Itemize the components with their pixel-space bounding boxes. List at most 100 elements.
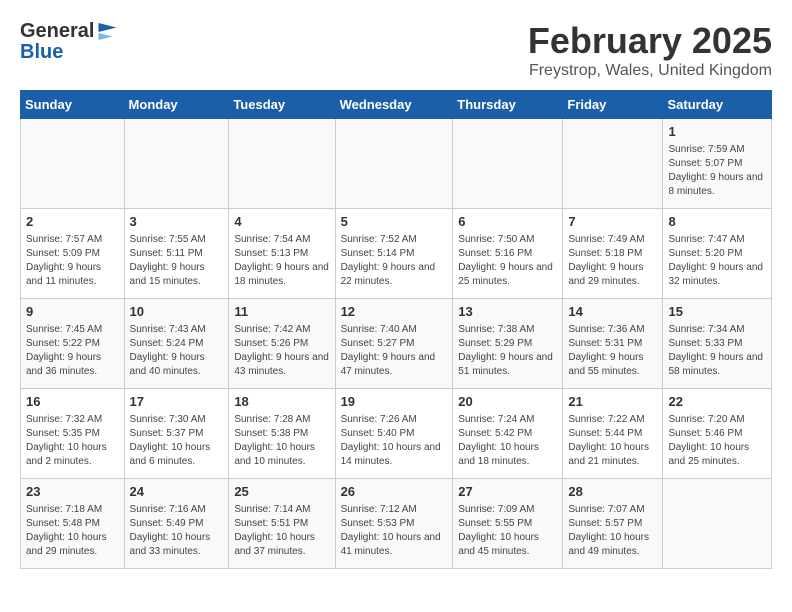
title-block: February 2025 Freystrop, Wales, United K… — [528, 20, 772, 80]
day-cell: 5 Sunrise: 7:52 AM Sunset: 5:14 PM Daylig… — [335, 209, 453, 299]
day-cell: 16 Sunrise: 7:32 AM Sunset: 5:35 PM Dayli… — [21, 389, 125, 479]
day-cell — [663, 479, 772, 569]
day-number: 17 — [130, 393, 224, 411]
header-saturday: Saturday — [663, 91, 772, 119]
day-info: Sunrise: 7:38 AM Sunset: 5:29 PM Dayligh… — [458, 323, 557, 379]
logo-text: General Blue — [20, 20, 116, 64]
day-cell: 10 Sunrise: 7:43 AM Sunset: 5:24 PM Dayli… — [124, 299, 229, 389]
header-thursday: Thursday — [453, 91, 563, 119]
day-cell: 14 Sunrise: 7:36 AM Sunset: 5:31 PM Dayli… — [563, 299, 663, 389]
logo: General Blue — [20, 20, 116, 64]
day-number: 5 — [341, 213, 448, 231]
day-info: Sunrise: 7:14 AM Sunset: 5:51 PM Dayligh… — [234, 503, 329, 559]
day-cell: 20Sunrise: 7:24 AM Sunset: 5:42 PM Dayli… — [453, 389, 563, 479]
day-info: Sunrise: 7:54 AM Sunset: 5:13 PM Dayligh… — [234, 233, 329, 289]
day-number: 13 — [458, 303, 557, 321]
day-number: 7 — [568, 213, 657, 231]
day-number: 11 — [234, 303, 329, 321]
week-row-5: 23Sunrise: 7:18 AM Sunset: 5:48 PM Dayli… — [21, 479, 772, 569]
day-info: Sunrise: 7:40 AM Sunset: 5:27 PM Dayligh… — [341, 323, 448, 379]
day-number: 6 — [458, 213, 557, 231]
day-cell — [563, 119, 663, 209]
day-cell — [453, 119, 563, 209]
day-info: Sunrise: 7:30 AM Sunset: 5:37 PM Dayligh… — [130, 413, 224, 469]
day-cell: 18 Sunrise: 7:28 AM Sunset: 5:38 PM Dayli… — [229, 389, 335, 479]
day-cell — [229, 119, 335, 209]
week-row-3: 9 Sunrise: 7:45 AM Sunset: 5:22 PM Daylig… — [21, 299, 772, 389]
logo-general: General — [20, 20, 94, 43]
week-row-4: 16 Sunrise: 7:32 AM Sunset: 5:35 PM Dayli… — [21, 389, 772, 479]
day-number: 28 — [568, 483, 657, 501]
header-friday: Friday — [563, 91, 663, 119]
day-cell: 24Sunrise: 7:16 AM Sunset: 5:49 PM Dayli… — [124, 479, 229, 569]
day-number: 25 — [234, 483, 329, 501]
day-cell: 15 Sunrise: 7:34 AM Sunset: 5:33 PM Dayli… — [663, 299, 772, 389]
day-cell — [124, 119, 229, 209]
day-info: Sunrise: 7:09 AM Sunset: 5:55 PM Dayligh… — [458, 503, 557, 559]
day-info: Sunrise: 7:26 AM Sunset: 5:40 PM Dayligh… — [341, 413, 448, 469]
day-info: Sunrise: 7:24 AM Sunset: 5:42 PM Dayligh… — [458, 413, 557, 469]
day-info: Sunrise: 7:57 AM Sunset: 5:09 PM Dayligh… — [26, 233, 119, 289]
header-sunday: Sunday — [21, 91, 125, 119]
day-cell: 1 Sunrise: 7:59 AM Sunset: 5:07 PM Daylig… — [663, 119, 772, 209]
day-cell — [335, 119, 453, 209]
day-number: 9 — [26, 303, 119, 321]
day-cell: 3 Sunrise: 7:55 AM Sunset: 5:11 PM Daylig… — [124, 209, 229, 299]
day-cell: 19 Sunrise: 7:26 AM Sunset: 5:40 PM Dayli… — [335, 389, 453, 479]
page-title: February 2025 — [528, 20, 772, 62]
day-number: 23 — [26, 483, 119, 501]
day-number: 19 — [341, 393, 448, 411]
header-wednesday: Wednesday — [335, 91, 453, 119]
page-subtitle: Freystrop, Wales, United Kingdom — [528, 62, 772, 80]
day-cell: 9 Sunrise: 7:45 AM Sunset: 5:22 PM Daylig… — [21, 299, 125, 389]
logo-blue: Blue — [20, 41, 116, 64]
week-row-2: 2 Sunrise: 7:57 AM Sunset: 5:09 PM Daylig… — [21, 209, 772, 299]
day-info: Sunrise: 7:45 AM Sunset: 5:22 PM Dayligh… — [26, 323, 119, 379]
day-cell — [21, 119, 125, 209]
day-info: Sunrise: 7:34 AM Sunset: 5:33 PM Dayligh… — [668, 323, 766, 379]
day-info: Sunrise: 7:42 AM Sunset: 5:26 PM Dayligh… — [234, 323, 329, 379]
day-info: Sunrise: 7:07 AM Sunset: 5:57 PM Dayligh… — [568, 503, 657, 559]
day-info: Sunrise: 7:12 AM Sunset: 5:53 PM Dayligh… — [341, 503, 448, 559]
day-cell: 2 Sunrise: 7:57 AM Sunset: 5:09 PM Daylig… — [21, 209, 125, 299]
day-number: 2 — [26, 213, 119, 231]
day-cell: 25 Sunrise: 7:14 AM Sunset: 5:51 PM Dayli… — [229, 479, 335, 569]
day-number: 4 — [234, 213, 329, 231]
day-info: Sunrise: 7:32 AM Sunset: 5:35 PM Dayligh… — [26, 413, 119, 469]
day-number: 16 — [26, 393, 119, 411]
day-info: Sunrise: 7:43 AM Sunset: 5:24 PM Dayligh… — [130, 323, 224, 379]
day-number: 27 — [458, 483, 557, 501]
day-info: Sunrise: 7:16 AM Sunset: 5:49 PM Dayligh… — [130, 503, 224, 559]
day-info: Sunrise: 7:22 AM Sunset: 5:44 PM Dayligh… — [568, 413, 657, 469]
page-header: General Blue February 2025 Freystrop, Wa… — [20, 20, 772, 80]
day-number: 12 — [341, 303, 448, 321]
day-cell: 27 Sunrise: 7:09 AM Sunset: 5:55 PM Dayli… — [453, 479, 563, 569]
day-cell: 28 Sunrise: 7:07 AM Sunset: 5:57 PM Dayli… — [563, 479, 663, 569]
day-info: Sunrise: 7:49 AM Sunset: 5:18 PM Dayligh… — [568, 233, 657, 289]
day-cell: 17 Sunrise: 7:30 AM Sunset: 5:37 PM Dayli… — [124, 389, 229, 479]
day-cell: 22 Sunrise: 7:20 AM Sunset: 5:46 PM Dayli… — [663, 389, 772, 479]
day-number: 3 — [130, 213, 224, 231]
day-info: Sunrise: 7:20 AM Sunset: 5:46 PM Dayligh… — [668, 413, 766, 469]
day-number: 1 — [668, 123, 766, 141]
day-cell: 4 Sunrise: 7:54 AM Sunset: 5:13 PM Daylig… — [229, 209, 335, 299]
day-number: 22 — [668, 393, 766, 411]
day-number: 10 — [130, 303, 224, 321]
day-cell: 23Sunrise: 7:18 AM Sunset: 5:48 PM Dayli… — [21, 479, 125, 569]
day-cell: 7 Sunrise: 7:49 AM Sunset: 5:18 PM Daylig… — [563, 209, 663, 299]
day-cell: 12 Sunrise: 7:40 AM Sunset: 5:27 PM Dayli… — [335, 299, 453, 389]
day-number: 15 — [668, 303, 766, 321]
day-info: Sunrise: 7:36 AM Sunset: 5:31 PM Dayligh… — [568, 323, 657, 379]
day-info: Sunrise: 7:28 AM Sunset: 5:38 PM Dayligh… — [234, 413, 329, 469]
calendar-table: SundayMondayTuesdayWednesdayThursdayFrid… — [20, 90, 772, 569]
day-number: 14 — [568, 303, 657, 321]
day-cell: 8Sunrise: 7:47 AM Sunset: 5:20 PM Daylig… — [663, 209, 772, 299]
calendar-header-row: SundayMondayTuesdayWednesdayThursdayFrid… — [21, 91, 772, 119]
day-number: 18 — [234, 393, 329, 411]
day-info: Sunrise: 7:59 AM Sunset: 5:07 PM Dayligh… — [668, 143, 766, 199]
day-info: Sunrise: 7:52 AM Sunset: 5:14 PM Dayligh… — [341, 233, 448, 289]
week-row-1: 1 Sunrise: 7:59 AM Sunset: 5:07 PM Daylig… — [21, 119, 772, 209]
day-number: 21 — [568, 393, 657, 411]
header-tuesday: Tuesday — [229, 91, 335, 119]
day-info: Sunrise: 7:55 AM Sunset: 5:11 PM Dayligh… — [130, 233, 224, 289]
